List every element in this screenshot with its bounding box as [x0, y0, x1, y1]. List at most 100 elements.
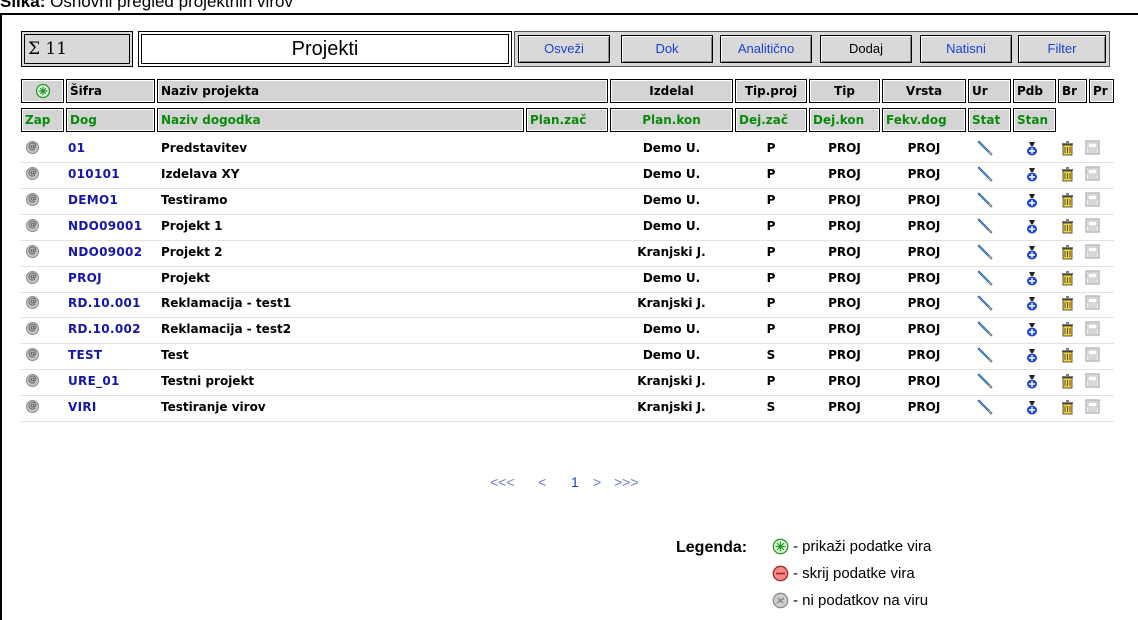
- col-plan-zac[interactable]: Plan.zač: [526, 108, 608, 132]
- delete-icon[interactable]: [1061, 295, 1074, 311]
- print-row-icon[interactable]: [1085, 399, 1100, 414]
- table-row[interactable]: @010101 Izdelava XY Demo U. P PROJ PROJ: [21, 162, 1114, 189]
- table-row[interactable]: @ PROJ Projekt Demo U. P PROJ PROJ: [21, 266, 1114, 293]
- col-pdb[interactable]: Pdb: [1013, 79, 1056, 103]
- database-add-icon[interactable]: [1024, 217, 1040, 235]
- delete-icon[interactable]: [1061, 270, 1074, 286]
- table-row[interactable]: @ NDO09001 Projekt 1 Demo U. P PROJ PROJ: [21, 214, 1114, 241]
- col-naziv-projekta[interactable]: Naziv projekta: [157, 79, 608, 103]
- print-row-icon[interactable]: [1085, 244, 1100, 259]
- edit-hours-icon[interactable]: [976, 346, 994, 364]
- col-zap[interactable]: Zap: [21, 108, 64, 132]
- project-code[interactable]: TEST: [68, 343, 102, 368]
- no-data-icon[interactable]: @: [26, 244, 39, 258]
- col-stat[interactable]: Stat: [968, 108, 1011, 132]
- no-data-icon[interactable]: @: [26, 374, 39, 388]
- edit-hours-icon[interactable]: [976, 294, 994, 312]
- database-add-icon[interactable]: [1024, 165, 1040, 183]
- no-data-icon[interactable]: @: [26, 400, 39, 413]
- table-row[interactable]: @ NDO09002 Projekt 2 Kranjski J. P PROJ PROJ: [21, 240, 1114, 267]
- print-row-icon[interactable]: [1085, 166, 1100, 181]
- col-stan[interactable]: Stan: [1013, 108, 1056, 132]
- print-row-icon[interactable]: [1085, 218, 1100, 233]
- print-row-icon[interactable]: [1085, 373, 1100, 388]
- delete-icon[interactable]: [1061, 166, 1074, 182]
- delete-icon[interactable]: [1061, 321, 1074, 337]
- project-code[interactable]: 010101: [68, 162, 120, 187]
- no-data-icon[interactable]: @: [26, 218, 39, 232]
- no-data-icon[interactable]: @: [26, 348, 39, 362]
- pager-next[interactable]: >: [593, 472, 601, 492]
- col-tip-proj[interactable]: Tip.proj: [735, 79, 807, 103]
- edit-hours-icon[interactable]: [976, 217, 994, 235]
- database-add-icon[interactable]: [1024, 139, 1040, 157]
- delete-icon[interactable]: [1061, 218, 1074, 234]
- col-pr[interactable]: Pr: [1089, 79, 1114, 103]
- database-add-icon[interactable]: [1024, 191, 1040, 209]
- project-code[interactable]: NDO09002: [68, 240, 142, 265]
- col-naziv-dogodka[interactable]: Naziv dogodka: [157, 108, 524, 132]
- print-row-icon[interactable]: [1085, 321, 1100, 336]
- no-data-icon[interactable]: @: [26, 166, 39, 180]
- col-tip[interactable]: Tip: [809, 79, 880, 103]
- delete-icon[interactable]: [1061, 140, 1074, 156]
- no-data-icon[interactable]: @: [26, 296, 39, 310]
- table-row[interactable]: @ URE_01 Testni projekt Kranjski J. P PROJ PRO…: [21, 369, 1114, 397]
- col-dog[interactable]: Dog: [66, 108, 155, 132]
- delete-icon[interactable]: [1061, 373, 1074, 389]
- print-row-icon[interactable]: [1085, 192, 1100, 207]
- filter-button[interactable]: Filter: [1018, 35, 1106, 63]
- print-row-icon[interactable]: [1085, 347, 1100, 362]
- pager-first[interactable]: <<<: [490, 472, 515, 492]
- database-add-icon[interactable]: [1024, 320, 1040, 338]
- col-ur[interactable]: Ur: [968, 79, 1011, 103]
- database-add-icon[interactable]: [1024, 243, 1040, 261]
- project-code[interactable]: RD.10.001: [68, 291, 141, 316]
- edit-hours-icon[interactable]: [976, 372, 994, 390]
- database-add-icon[interactable]: [1024, 372, 1040, 390]
- no-data-icon[interactable]: @: [26, 322, 39, 336]
- project-code[interactable]: RD.10.002: [68, 317, 141, 342]
- print-row-icon[interactable]: [1085, 295, 1100, 310]
- no-data-icon[interactable]: @: [26, 270, 39, 284]
- table-row[interactable]: @ RD.10.002 Reklamacija - test2 Demo U. P PRO…: [21, 317, 1114, 345]
- no-data-icon[interactable]: @: [26, 141, 39, 154]
- edit-hours-icon[interactable]: [976, 320, 994, 338]
- print-button[interactable]: Natisni: [920, 35, 1012, 63]
- pager-current-page[interactable]: 1: [571, 472, 579, 492]
- analytics-button[interactable]: Analitično: [720, 35, 812, 63]
- edit-hours-icon[interactable]: [976, 191, 994, 209]
- print-row-icon[interactable]: [1085, 270, 1100, 285]
- database-add-icon[interactable]: [1024, 398, 1040, 416]
- edit-hours-icon[interactable]: [976, 398, 994, 416]
- col-plan-kon[interactable]: Plan.kon: [610, 108, 733, 132]
- expand-all-toggle[interactable]: [21, 79, 64, 103]
- delete-icon[interactable]: [1061, 347, 1074, 363]
- no-data-icon[interactable]: @: [26, 192, 39, 206]
- col-dej-kon[interactable]: Dej.kon: [809, 108, 880, 132]
- project-code[interactable]: NDO09001: [68, 214, 142, 239]
- pager-last[interactable]: >>>: [614, 472, 639, 492]
- table-row[interactable]: @ TEST Test Demo U. S PROJ PROJ: [21, 343, 1114, 371]
- edit-hours-icon[interactable]: [976, 269, 994, 287]
- delete-icon[interactable]: [1061, 244, 1074, 260]
- edit-hours-icon[interactable]: [976, 165, 994, 183]
- project-code[interactable]: URE_01: [68, 369, 120, 394]
- add-button[interactable]: Dodaj: [820, 35, 912, 63]
- project-code[interactable]: 01: [68, 136, 85, 161]
- database-add-icon[interactable]: [1024, 294, 1040, 312]
- edit-hours-icon[interactable]: [976, 139, 994, 157]
- delete-icon[interactable]: [1061, 399, 1074, 415]
- project-code[interactable]: PROJ: [68, 266, 102, 291]
- col-izdelal[interactable]: Izdelal: [610, 79, 733, 103]
- col-sifra[interactable]: Šifra: [66, 79, 155, 103]
- refresh-button[interactable]: Osveži: [518, 35, 610, 63]
- table-row[interactable]: @ RD.10.001 Reklamacija - test1 Kranjski J.…: [21, 291, 1114, 319]
- delete-icon[interactable]: [1061, 192, 1074, 208]
- table-row[interactable]: @ DEMO1 Testiramo Demo U. P PROJ PROJ: [21, 188, 1114, 215]
- edit-hours-icon[interactable]: [976, 243, 994, 261]
- database-add-icon[interactable]: [1024, 269, 1040, 287]
- database-add-icon[interactable]: [1024, 346, 1040, 364]
- col-br[interactable]: Br: [1058, 79, 1087, 103]
- col-dej-zac[interactable]: Dej.zač: [735, 108, 807, 132]
